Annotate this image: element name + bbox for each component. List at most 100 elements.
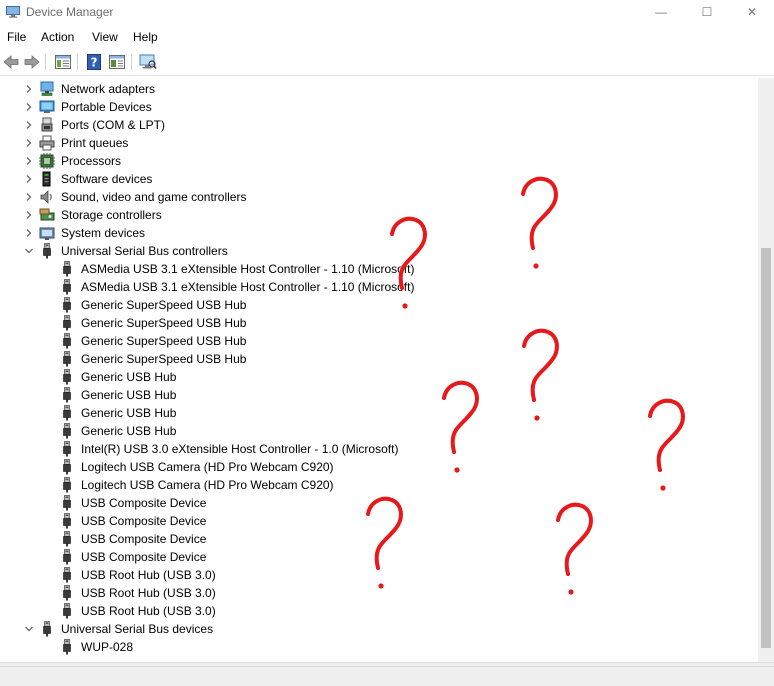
tree-device-item[interactable]: Generic SuperSpeed USB Hub	[0, 332, 758, 350]
tree-device-item[interactable]: Intel(R) USB 3.0 eXtensible Host Control…	[0, 440, 758, 458]
tree-item-label: Generic SuperSpeed USB Hub	[81, 298, 247, 312]
storage-controller-icon	[39, 208, 55, 221]
tree-category[interactable]: Universal Serial Bus devices	[0, 620, 758, 638]
tree-device-item[interactable]: Generic USB Hub	[0, 422, 758, 440]
tree-item-label: Portable Devices	[61, 100, 152, 114]
vertical-scrollbar[interactable]	[758, 78, 774, 662]
tree-item-label: WUP-028	[81, 640, 134, 654]
tree-item-label: USB Composite Device	[81, 550, 207, 564]
chevron-right-icon[interactable]	[22, 206, 36, 224]
usb-plug-icon	[63, 495, 71, 511]
usb-plug-icon	[63, 603, 71, 619]
tree-device-item[interactable]: Generic SuperSpeed USB Hub	[0, 296, 758, 314]
chevron-right-icon[interactable]	[22, 188, 36, 206]
printer-icon	[39, 135, 55, 151]
tree-device-item[interactable]: Logitech USB Camera (HD Pro Webcam C920)	[0, 476, 758, 494]
show-hide-console-tree-icon	[55, 55, 71, 69]
tree-device-item[interactable]: WUP-028	[0, 638, 758, 656]
minimize-button[interactable]: —	[638, 0, 684, 24]
tree-category[interactable]: Network adapters	[0, 80, 758, 98]
vertical-scrollbar-thumb[interactable]	[761, 248, 771, 648]
tree-item-label: USB Composite Device	[81, 514, 207, 528]
close-button[interactable]: ✕	[729, 0, 774, 24]
tree-category[interactable]: Portable Devices	[0, 98, 758, 116]
tree-category[interactable]: Software devices	[0, 170, 758, 188]
tree-device-item[interactable]: USB Root Hub (USB 3.0)	[0, 566, 758, 584]
usb-plug-icon	[63, 441, 71, 457]
properties-button[interactable]	[107, 52, 127, 72]
usb-plug-icon	[63, 279, 71, 295]
tree-item-label: ASMedia USB 3.1 eXtensible Host Controll…	[81, 280, 415, 294]
menu-file[interactable]: File	[7, 30, 26, 44]
help-icon: ?	[87, 54, 101, 70]
usb-plug-icon	[63, 423, 71, 439]
tree-category[interactable]: Sound, video and game controllers	[0, 188, 758, 206]
minimize-icon: —	[655, 5, 667, 19]
tree-device-item[interactable]: USB Root Hub (USB 3.0)	[0, 602, 758, 620]
tree-device-item[interactable]: Generic USB Hub	[0, 386, 758, 404]
show-hide-tree-button[interactable]	[53, 52, 73, 72]
portable-device-icon	[39, 100, 55, 113]
toolbar-separator	[131, 54, 132, 70]
chevron-down-icon[interactable]	[22, 620, 36, 638]
help-button[interactable]: ?	[84, 52, 104, 72]
tree-device-item[interactable]: Logitech USB Camera (HD Pro Webcam C920)	[0, 458, 758, 476]
svg-text:?: ?	[91, 56, 98, 70]
tree-item-label: Generic SuperSpeed USB Hub	[81, 334, 247, 348]
tree-device-item[interactable]: USB Composite Device	[0, 530, 758, 548]
tree-category[interactable]: Universal Serial Bus controllers	[0, 242, 758, 260]
port-icon	[41, 117, 53, 132]
usb-plug-icon	[63, 531, 71, 547]
usb-plug-icon	[63, 315, 71, 331]
menu-view[interactable]: View	[92, 30, 118, 44]
chevron-right-icon[interactable]	[22, 134, 36, 152]
tree-device-item[interactable]: USB Root Hub (USB 3.0)	[0, 584, 758, 602]
title-bar: Device Manager — ☐ ✕	[0, 0, 774, 26]
back-button[interactable]	[1, 52, 21, 72]
tree-item-label: Ports (COM & LPT)	[61, 118, 166, 132]
maximize-button[interactable]: ☐	[684, 0, 730, 24]
menu-action[interactable]: Action	[41, 30, 74, 44]
tree-device-item[interactable]: Generic USB Hub	[0, 404, 758, 422]
tree-item-label: Generic USB Hub	[81, 424, 177, 438]
tree-category[interactable]: Processors	[0, 152, 758, 170]
tree-device-item[interactable]: Generic SuperSpeed USB Hub	[0, 314, 758, 332]
menu-help[interactable]: Help	[133, 30, 158, 44]
maximize-icon: ☐	[701, 5, 713, 19]
tree-device-item[interactable]: USB Composite Device	[0, 512, 758, 530]
chevron-right-icon[interactable]	[22, 170, 36, 188]
tree-category[interactable]: System devices	[0, 224, 758, 242]
tree-item-label: Intel(R) USB 3.0 eXtensible Host Control…	[81, 442, 399, 456]
tree-category[interactable]: Print queues	[0, 134, 758, 152]
tree-device-item[interactable]: ASMedia USB 3.1 eXtensible Host Controll…	[0, 260, 758, 278]
window-title: Device Manager	[26, 5, 114, 19]
tree-item-label: Sound, video and game controllers	[61, 190, 247, 204]
tree-device-item[interactable]: Generic USB Hub	[0, 368, 758, 386]
tree-device-item[interactable]: Generic SuperSpeed USB Hub	[0, 350, 758, 368]
chevron-right-icon[interactable]	[22, 98, 36, 116]
tree-device-item[interactable]: ASMedia USB 3.1 eXtensible Host Controll…	[0, 278, 758, 296]
chevron-right-icon[interactable]	[22, 152, 36, 170]
tree-device-item[interactable]: USB Composite Device	[0, 494, 758, 512]
forward-button[interactable]	[22, 52, 42, 72]
chevron-right-icon[interactable]	[22, 116, 36, 134]
tree-category[interactable]: Ports (COM & LPT)	[0, 116, 758, 134]
tree-item-label: Generic USB Hub	[81, 370, 177, 384]
chevron-down-icon[interactable]	[22, 242, 36, 260]
tree-item-label: Logitech USB Camera (HD Pro Webcam C920)	[81, 460, 334, 474]
chevron-right-icon[interactable]	[22, 80, 36, 98]
tree-item-label: USB Composite Device	[81, 496, 207, 510]
scan-hardware-button[interactable]	[138, 52, 158, 72]
scan-hardware-icon	[139, 54, 157, 69]
processor-icon	[39, 153, 55, 169]
chevron-right-icon[interactable]	[22, 224, 36, 242]
menu-bar: File Action View Help	[0, 26, 774, 48]
tree-item-label: Processors	[61, 154, 122, 168]
usb-plug-icon	[43, 621, 51, 637]
tree-category[interactable]: Storage controllers	[0, 206, 758, 224]
tree-item-label: USB Root Hub (USB 3.0)	[81, 586, 216, 600]
tree-item-label: Print queues	[61, 136, 129, 150]
tree-device-item[interactable]: USB Composite Device	[0, 548, 758, 566]
usb-plug-icon	[63, 333, 71, 349]
status-bar	[0, 666, 774, 686]
